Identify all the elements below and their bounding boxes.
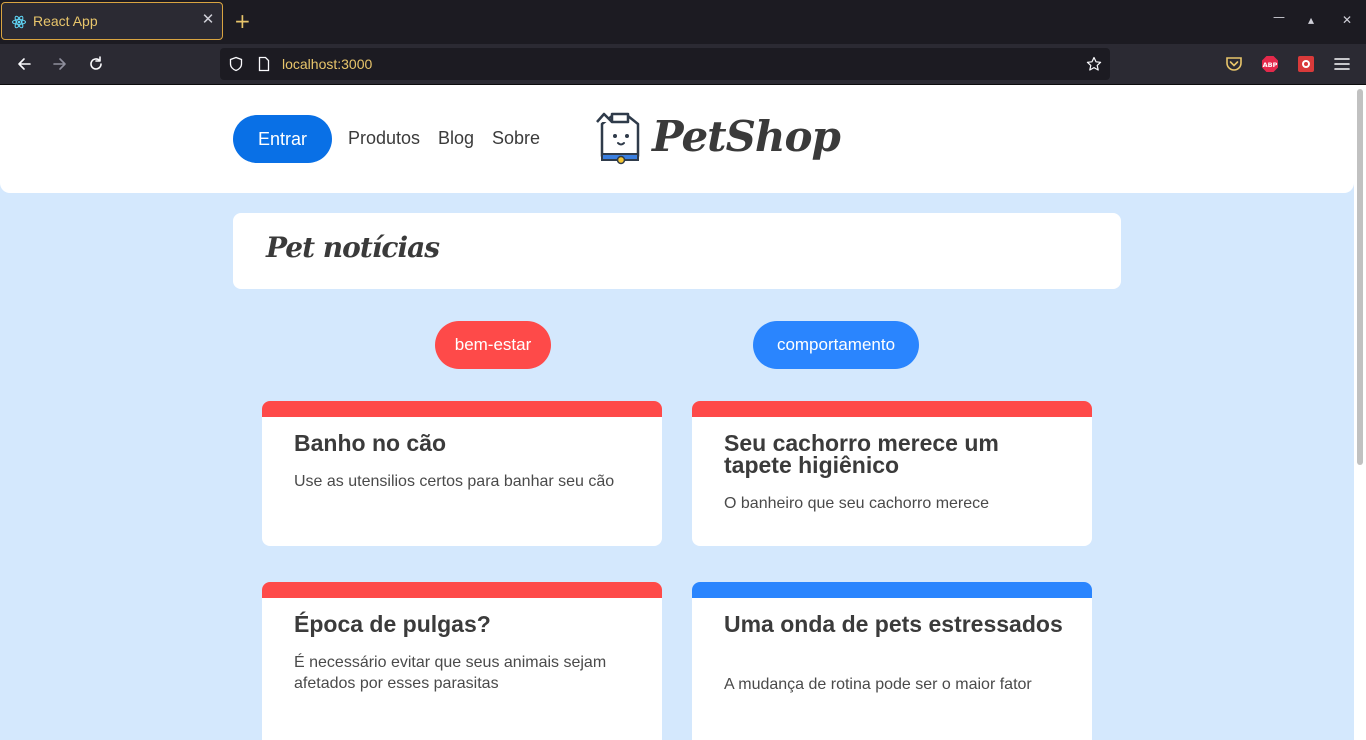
page-title-card: Pet notícias xyxy=(233,213,1121,289)
url-bar[interactable]: localhost:3000 xyxy=(220,48,1110,80)
menu-icon[interactable] xyxy=(1333,55,1351,73)
category-comportamento-button[interactable]: comportamento xyxy=(753,321,919,369)
scrollbar-thumb[interactable] xyxy=(1357,89,1363,465)
petshop-logo-icon[interactable] xyxy=(594,110,646,168)
star-bookmark-icon[interactable] xyxy=(1086,56,1102,72)
post-card[interactable]: Banho no cão Use as utensilios certos pa… xyxy=(262,401,662,546)
page-title: Pet notícias xyxy=(266,231,440,264)
post-card-title[interactable]: Uma onda de pets estressados xyxy=(724,613,1064,636)
browser-tab-bar: React App ✕ + — ▴ ✕ xyxy=(0,0,1366,44)
tab-title: React App xyxy=(33,13,98,29)
post-card-category-bar xyxy=(262,401,662,417)
minimize-button[interactable]: — xyxy=(1273,10,1285,24)
back-arrow-icon[interactable] xyxy=(14,54,34,74)
react-icon xyxy=(12,15,26,29)
post-card-category-bar xyxy=(692,582,1092,598)
svg-text:ABP: ABP xyxy=(1263,61,1278,69)
maximize-button[interactable]: ▴ xyxy=(1308,13,1314,27)
browser-tab[interactable]: React App ✕ xyxy=(1,2,223,40)
tab-close-icon[interactable]: ✕ xyxy=(200,11,216,27)
post-card[interactable]: Seu cachorro merece um tapete higiênico … xyxy=(692,401,1092,546)
scrollbar[interactable] xyxy=(1354,85,1366,740)
menu-blog-link[interactable]: Blog xyxy=(438,128,474,149)
petshop-logo-text[interactable]: PetShop xyxy=(652,112,841,161)
post-card-category-bar xyxy=(692,401,1092,417)
new-tab-button[interactable]: + xyxy=(234,11,251,31)
reload-icon[interactable] xyxy=(86,54,106,74)
category-bem-estar-button[interactable]: bem-estar xyxy=(435,321,551,369)
shield-icon[interactable] xyxy=(228,56,244,72)
post-card-category-bar xyxy=(262,582,662,598)
extension-icon[interactable] xyxy=(1297,55,1315,73)
post-card-description: Use as utensilios certos para banhar seu… xyxy=(294,473,615,490)
post-card-description: O banheiro que seu cachorro merece xyxy=(724,495,990,512)
forward-arrow-icon[interactable] xyxy=(50,54,70,74)
page-icon xyxy=(258,56,270,72)
post-card-description: A mudança de rotina pode ser o maior fat… xyxy=(724,676,1032,693)
pocket-icon[interactable] xyxy=(1225,55,1243,73)
close-window-button[interactable]: ✕ xyxy=(1342,13,1352,27)
post-card[interactable]: Época de pulgas? É necessário evitar que… xyxy=(262,582,662,740)
post-card-title[interactable]: Época de pulgas? xyxy=(294,613,634,636)
menu-sobre-link[interactable]: Sobre xyxy=(492,128,540,149)
menu-produtos-link[interactable]: Produtos xyxy=(348,128,420,149)
post-card[interactable]: Uma onda de pets estressados A mudança d… xyxy=(692,582,1092,740)
adblock-icon[interactable]: ABP xyxy=(1261,55,1279,73)
post-card-title[interactable]: Banho no cão xyxy=(294,432,634,455)
entrar-button[interactable]: Entrar xyxy=(233,115,332,163)
url-text[interactable]: localhost:3000 xyxy=(282,56,372,72)
post-card-title[interactable]: Seu cachorro merece um tapete higiênico xyxy=(724,432,1064,477)
post-card-description: É necessário evitar que seus animais sej… xyxy=(294,654,607,692)
